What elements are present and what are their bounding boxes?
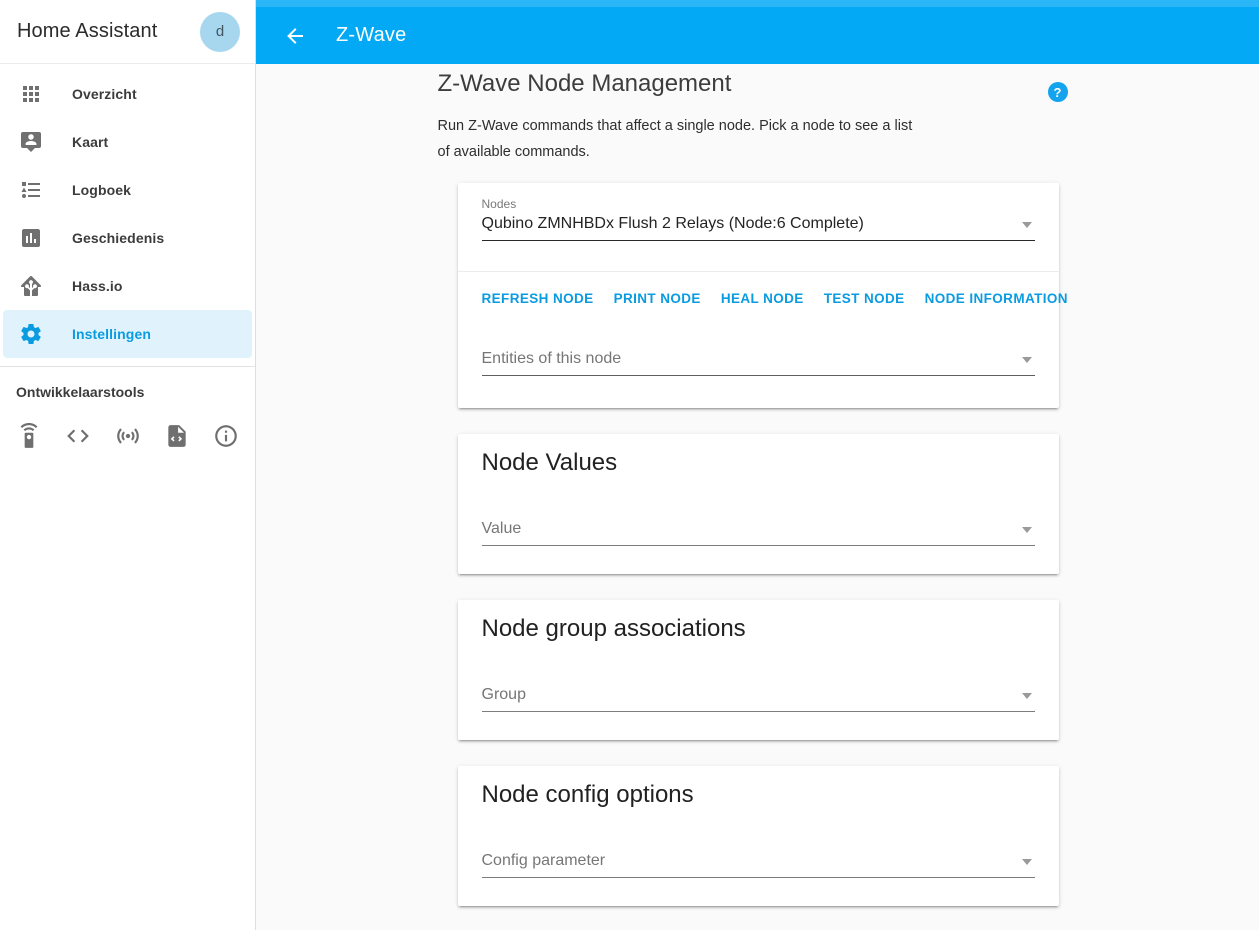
appbar-toolbar: Z-Wave [256, 7, 1259, 64]
help-icon[interactable]: ? [1047, 82, 1068, 102]
info-circle-icon[interactable] [213, 423, 239, 449]
apps-grid-icon [19, 82, 43, 106]
zwave-node-management-section: Z-Wave Node Management ? Run Z-Wave comm… [438, 64, 1078, 930]
dev-tools-row [0, 400, 255, 449]
code-tags-icon[interactable] [65, 423, 91, 449]
nodes-card: Nodes Qubino ZMNHBDx Flush 2 Relays (Nod… [457, 183, 1068, 408]
nodes-select-label: Nodes [481, 197, 517, 211]
chart-box-icon [19, 226, 43, 250]
nodes-select-area: Nodes Qubino ZMNHBDx Flush 2 Relays (Nod… [458, 183, 1059, 271]
sidebar-item-label: Hass.io [72, 278, 123, 294]
sidebar-item-logboek[interactable]: Logboek [0, 166, 255, 214]
help-glyph: ? [1053, 84, 1062, 100]
sidebar-header: Home Assistant d [0, 0, 255, 64]
sidebar-item-label: Kaart [72, 134, 109, 150]
page-title: Z-Wave [336, 24, 407, 46]
user-avatar[interactable]: d [200, 11, 240, 52]
node-group-associations-card: Node group associations Group [457, 600, 1059, 740]
remote-icon[interactable] [16, 423, 42, 449]
group-select[interactable]: Group [481, 683, 1035, 712]
node-information-button[interactable]: NODE INFORMATION [917, 282, 1076, 315]
entities-select[interactable]: Entities of this node [481, 347, 1035, 376]
back-arrow-icon[interactable] [283, 24, 307, 48]
config-parameter-placeholder: Config parameter [481, 852, 606, 869]
section-title: Z-Wave Node Management [437, 70, 732, 97]
test-node-button[interactable]: TEST NODE [816, 282, 913, 315]
config-parameter-select[interactable]: Config parameter [481, 849, 1035, 878]
sidebar-item-label: Overzicht [72, 86, 137, 102]
main-content: Z-Wave Node Management ? Run Z-Wave comm… [256, 64, 1259, 930]
entities-select-area: Entities of this node [458, 325, 1059, 408]
gear-icon [19, 322, 43, 346]
dropdown-caret-icon [1021, 527, 1032, 533]
appbar: Z-Wave [256, 0, 1259, 64]
print-node-button[interactable]: PRINT NODE [606, 282, 709, 315]
file-code-icon[interactable] [164, 423, 190, 449]
nodes-select[interactable]: Qubino ZMNHBDx Flush 2 Relays (Node:6 Co… [481, 212, 1035, 241]
group-select-placeholder: Group [481, 686, 526, 703]
sidebar-item-instellingen[interactable]: Instellingen [3, 310, 252, 358]
card-title: Node config options [481, 781, 694, 808]
entities-select-placeholder: Entities of this node [481, 350, 622, 367]
heal-node-button[interactable]: HEAL NODE [713, 282, 812, 315]
account-map-marker-icon [19, 130, 43, 154]
app-title: Home Assistant [17, 20, 158, 42]
dropdown-caret-icon [1021, 859, 1032, 865]
dropdown-caret-icon [1021, 693, 1032, 699]
refresh-node-button[interactable]: REFRESH NODE [474, 282, 602, 315]
dev-tools-label: Ontwikkelaarstools [16, 384, 145, 400]
node-values-card: Node Values Value [457, 434, 1059, 574]
sidebar-item-label: Geschiedenis [72, 230, 165, 246]
sidebar-item-kaart[interactable]: Kaart [0, 118, 255, 166]
value-select[interactable]: Value [481, 517, 1035, 546]
sidebar-item-label: Logboek [72, 182, 132, 198]
node-actions-row: REFRESH NODE PRINT NODE HEAL NODE TEST N… [457, 271, 1068, 325]
avatar-initial: d [215, 23, 225, 40]
node-config-options-card: Node config options Config parameter [457, 766, 1059, 906]
appbar-top-strip [256, 0, 1259, 7]
sidebar-menu: Overzicht Kaart Logboek Geschiedenis Has… [0, 64, 255, 358]
bulleted-list-icon [19, 178, 43, 202]
sidebar-item-label: Instellingen [72, 326, 151, 342]
sidebar: Home Assistant d Overzicht Kaart Logboek [0, 0, 256, 930]
sidebar-item-geschiedenis[interactable]: Geschiedenis [0, 214, 255, 262]
access-point-icon[interactable] [115, 423, 141, 449]
dropdown-caret-icon [1021, 222, 1032, 228]
sidebar-item-hassio[interactable]: Hass.io [0, 262, 255, 310]
home-assistant-icon [19, 274, 43, 298]
sidebar-item-overzicht[interactable]: Overzicht [0, 70, 255, 118]
dropdown-caret-icon [1021, 357, 1032, 363]
card-title: Node group associations [481, 615, 746, 642]
nodes-select-value: Qubino ZMNHBDx Flush 2 Relays (Node:6 Co… [481, 215, 864, 232]
card-title: Node Values [481, 449, 618, 476]
section-description: Run Z-Wave commands that affect a single… [437, 118, 913, 160]
value-select-placeholder: Value [481, 520, 522, 537]
